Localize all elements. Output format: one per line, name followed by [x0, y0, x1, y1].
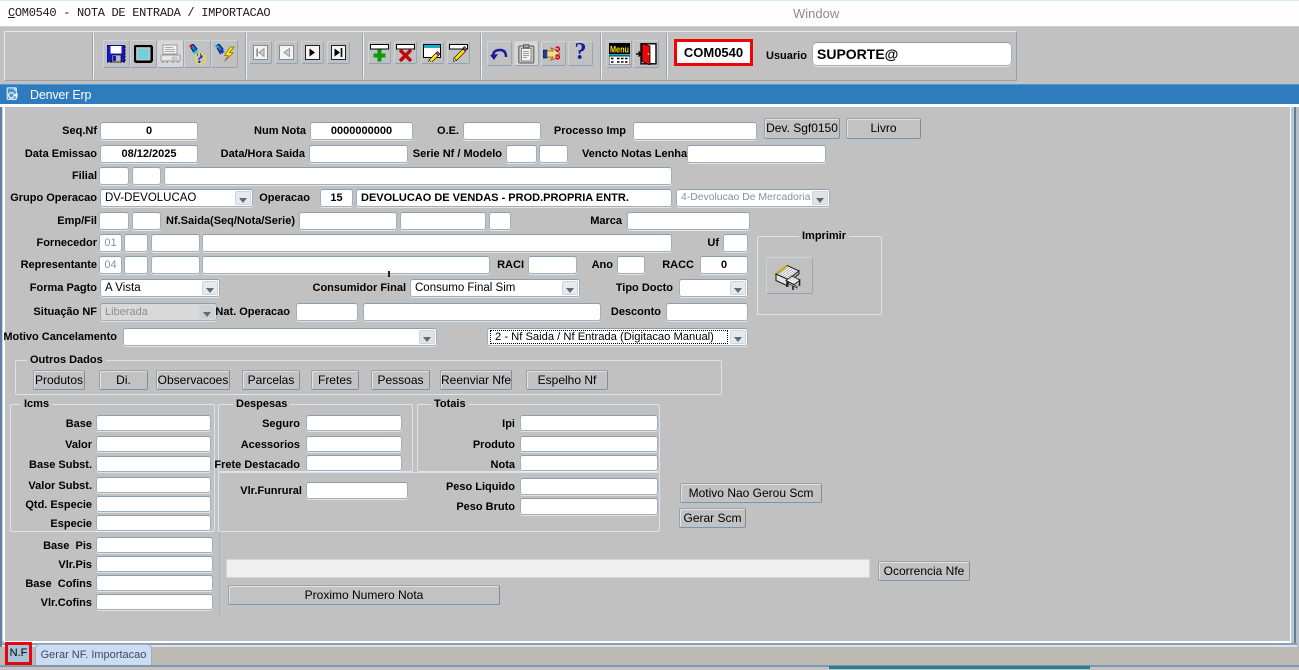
svg-text:?: ?	[196, 51, 204, 65]
svg-text:Menu: Menu	[610, 45, 629, 56]
